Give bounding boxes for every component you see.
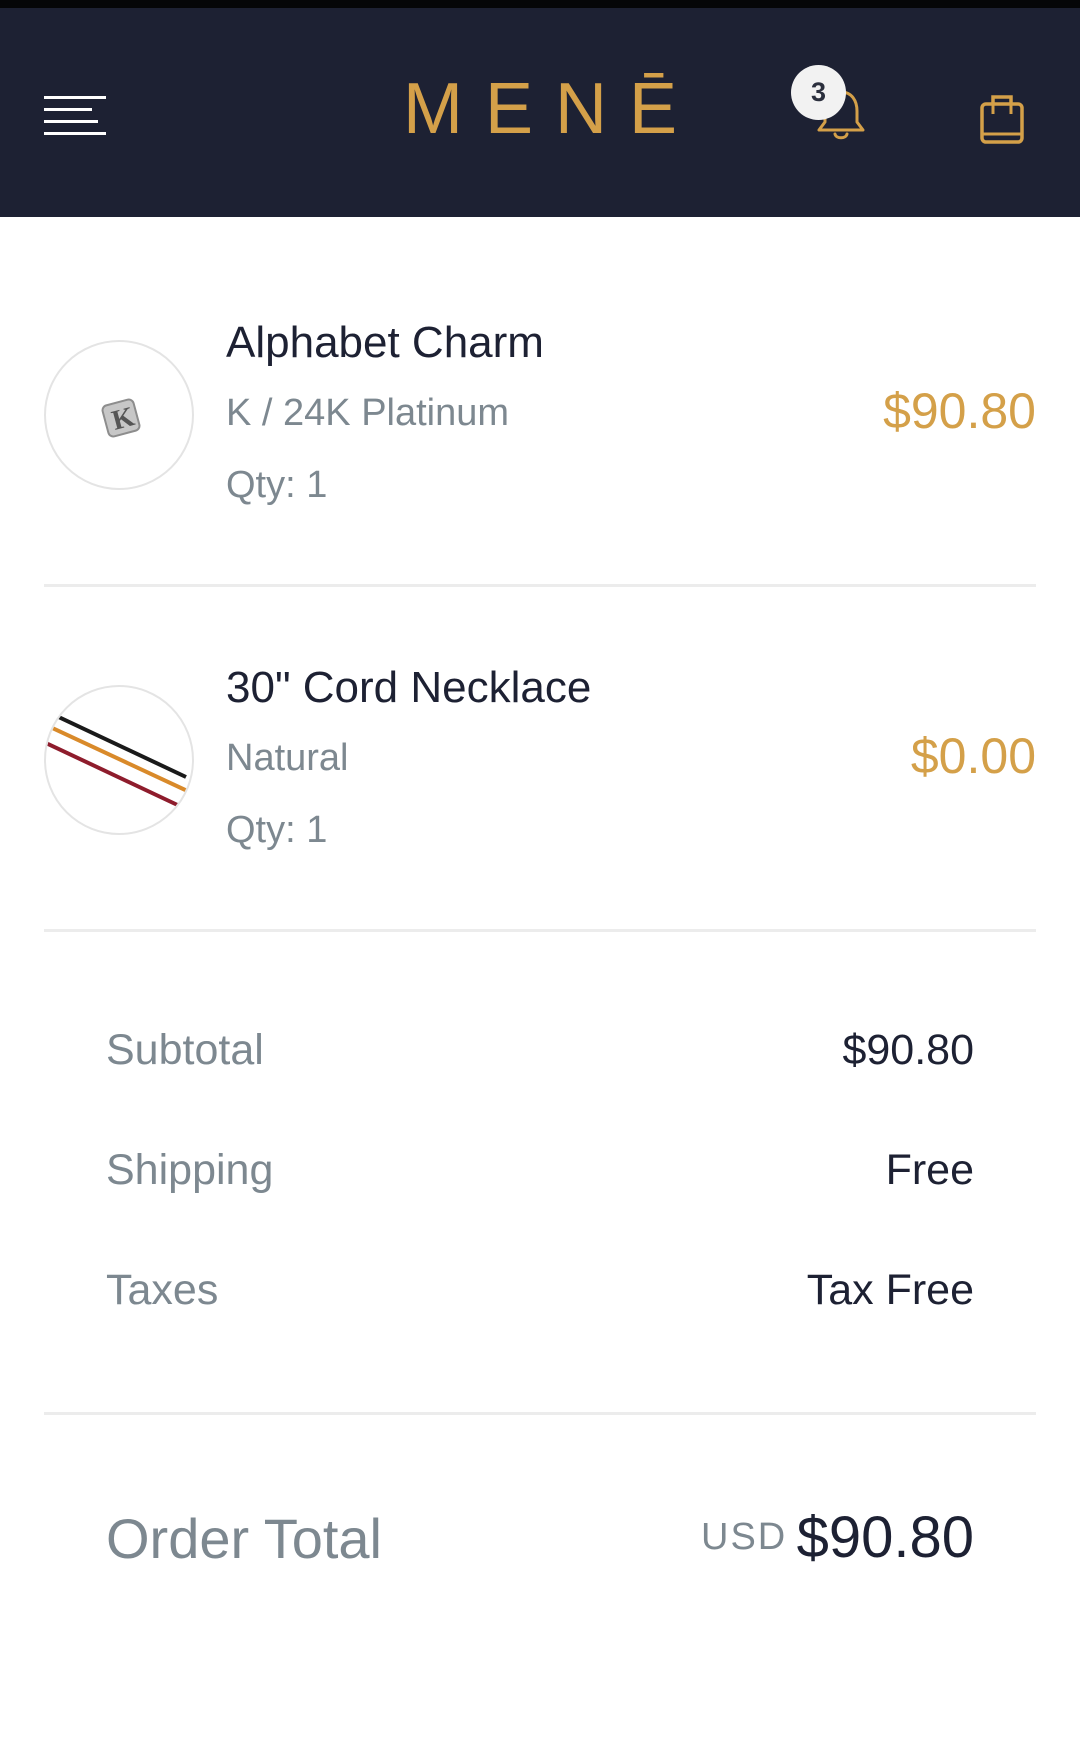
taxes-label: Taxes [106,1266,219,1314]
shopping-bag-icon [980,95,1024,144]
taxes-row: Taxes Tax Free [106,1266,974,1326]
app-header: MENĒ 3 [0,8,1080,217]
subtotal-label: Subtotal [106,1026,264,1074]
divider [44,1412,1036,1415]
item-quantity: Qty: 1 [226,464,328,506]
item-price: $90.80 [883,383,1036,439]
alphabet-charm-image: K [101,398,141,438]
product-thumbnail: K [44,340,194,490]
status-bar-strip [0,0,1080,8]
shipping-value: Free [885,1146,974,1194]
cart-item[interactable]: 30" Cord Necklace Natural Qty: 1 $0.00 [44,645,1036,905]
notification-count-badge: 3 [791,65,846,120]
brand-logo[interactable]: MENĒ [0,68,1080,150]
shipping-label: Shipping [106,1146,274,1194]
cord-necklace-image [46,709,192,811]
item-name[interactable]: 30" Cord Necklace [226,663,591,713]
taxes-value: Tax Free [806,1266,974,1314]
item-price: $0.00 [910,728,1036,784]
cart-button[interactable] [976,90,1028,148]
shipping-row: Shipping Free [106,1146,974,1206]
order-total-label: Order Total [106,1507,382,1570]
divider [44,929,1036,932]
cart-item[interactable]: K Alphabet Charm K / 24K Platinum Qty: 1… [44,300,1036,560]
product-thumbnail [44,685,194,835]
item-variant: K / 24K Platinum [226,392,510,434]
item-name[interactable]: Alphabet Charm [226,318,544,368]
item-quantity: Qty: 1 [226,809,328,851]
subtotal-value: $90.80 [842,1026,974,1074]
divider [44,584,1036,587]
order-total-value: $90.80 [796,1505,974,1570]
order-total-currency: USD [701,1516,788,1558]
subtotal-row: Subtotal $90.80 [106,1026,974,1086]
item-variant: Natural [226,737,349,779]
